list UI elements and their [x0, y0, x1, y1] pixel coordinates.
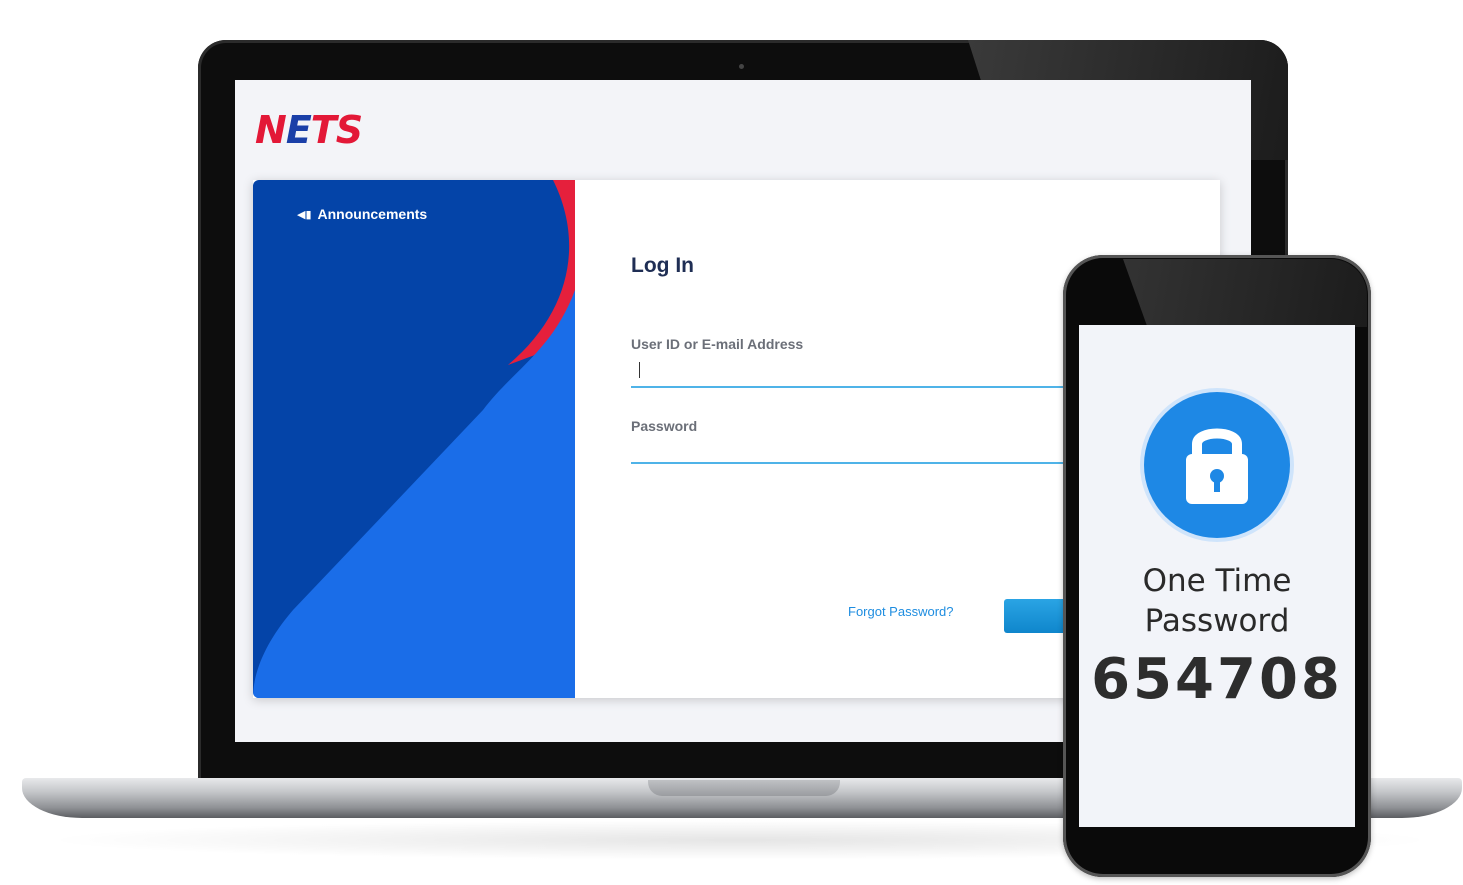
forgot-password-link[interactable]: Forgot Password? — [848, 604, 954, 619]
text-caret — [639, 362, 640, 378]
camera-icon — [739, 64, 744, 69]
phone-reflection — [1123, 259, 1367, 327]
otp-code: 654708 — [1091, 647, 1343, 712]
panel-background — [253, 180, 575, 698]
lock-icon — [1186, 428, 1248, 504]
otp-title-line2: Password — [1144, 603, 1290, 639]
announcements-label: Announcements — [317, 206, 428, 222]
user-id-label: User ID or E-mail Address — [631, 336, 804, 352]
password-label: Password — [631, 418, 698, 434]
phone: One Time Password 654708 — [1063, 255, 1371, 877]
login-title: Log In — [631, 254, 694, 277]
lock-badge — [1144, 392, 1290, 538]
nets-logo: NETS — [255, 108, 363, 152]
laptop-notch — [648, 780, 840, 796]
megaphone-icon: ◀▮ — [297, 208, 312, 221]
phone-screen: One Time Password 654708 — [1079, 325, 1355, 827]
otp-title-line1: One Time — [1142, 563, 1292, 599]
announcements-panel: ◀▮ Announcements — [253, 180, 575, 698]
announcements-link[interactable]: ◀▮ Announcements — [297, 206, 427, 222]
